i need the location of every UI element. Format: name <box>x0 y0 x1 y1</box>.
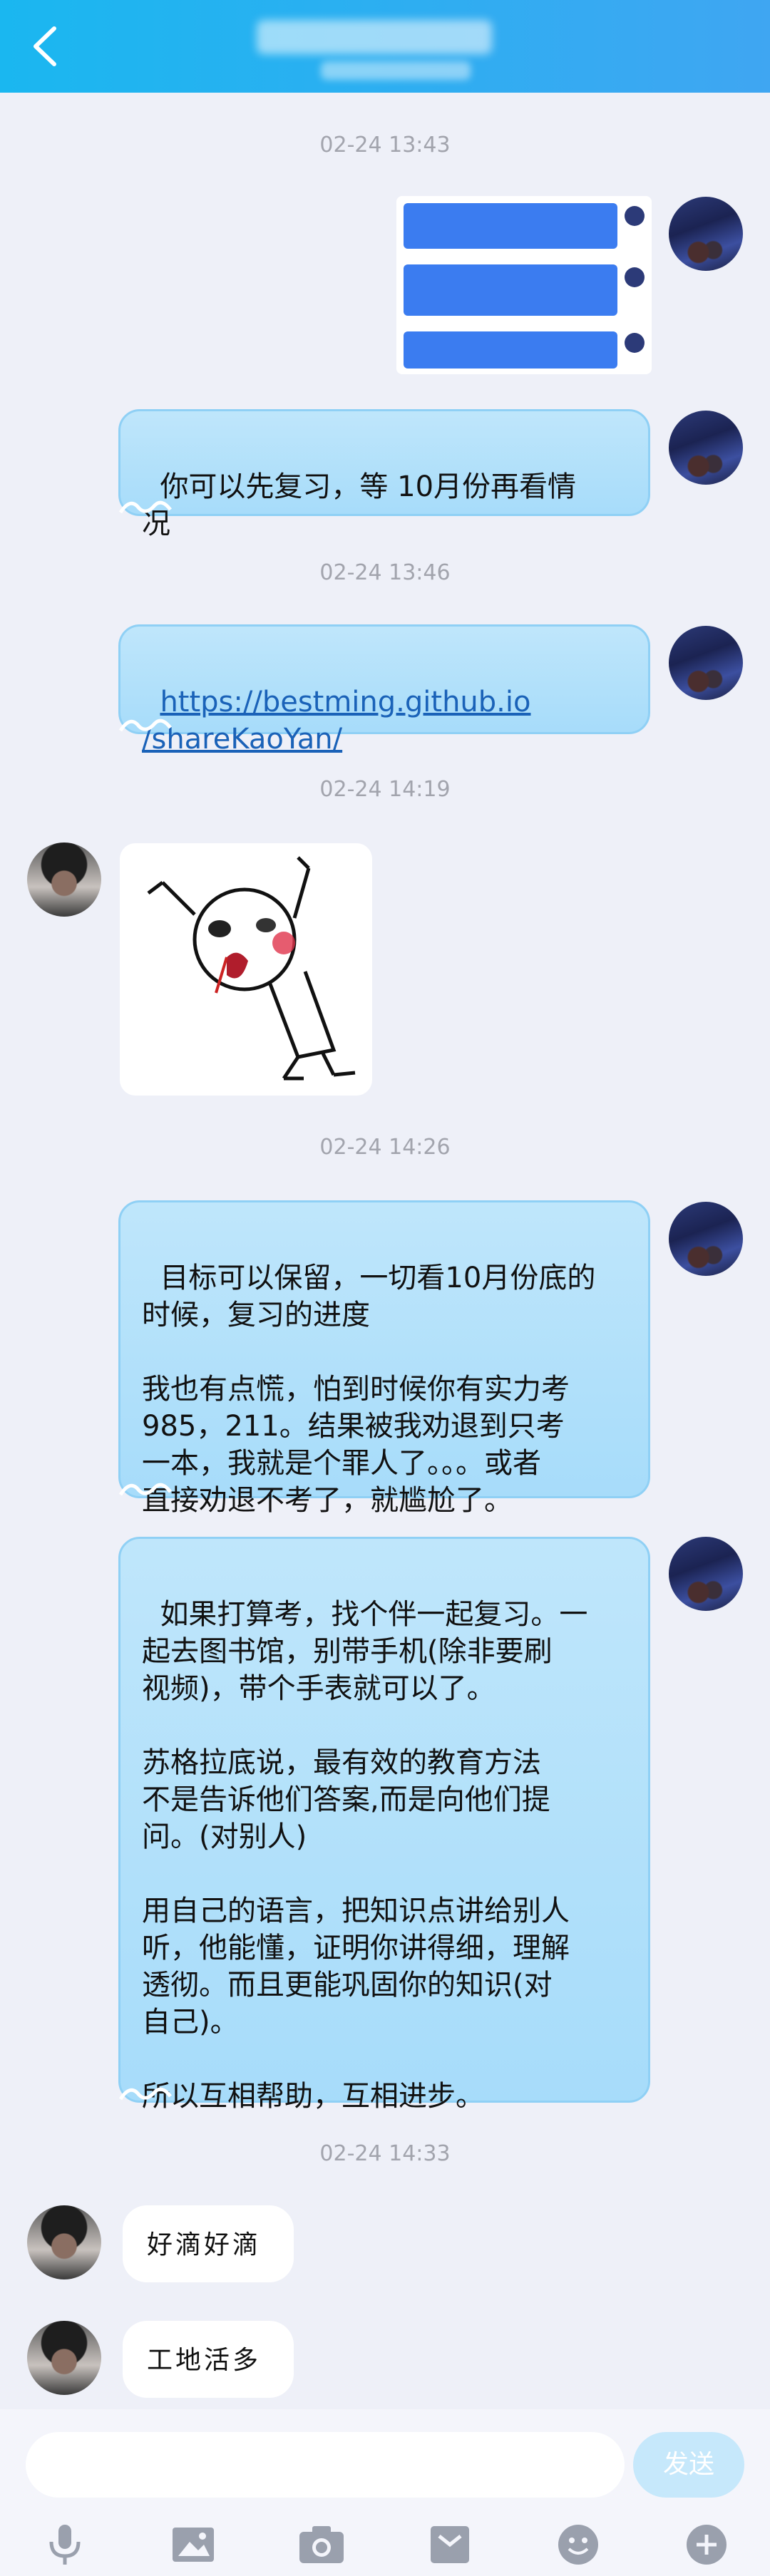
screenshot-content <box>404 331 617 369</box>
screenshot-content <box>404 264 617 316</box>
back-arrow-icon[interactable] <box>26 23 68 70</box>
contact-status-blurred <box>321 61 471 80</box>
crying-face-sticker-icon <box>147 856 356 1081</box>
send-button[interactable]: 发送 <box>633 2432 744 2498</box>
avatar[interactable] <box>27 2321 101 2395</box>
message-bubble[interactable]: 工地活多 <box>123 2321 294 2398</box>
message-bubble[interactable]: 如果打算考，找个伴一起复习。一 起去图书馆，别带手机(除非要刷 视频)，带个手表… <box>118 1537 650 2113</box>
message-text: 目标可以保留，一切看10月份底的 时候，复习的进度 我也有点慌，怕到时候你有实力… <box>142 1262 596 1517</box>
contact-name-blurred <box>257 20 492 54</box>
message-text: 好滴好滴 <box>147 2230 262 2260</box>
message-text: 工地活多 <box>147 2346 262 2375</box>
plus-icon[interactable] <box>682 2522 732 2567</box>
timestamp: 02-24 13:43 <box>319 133 451 158</box>
message-input[interactable] <box>26 2432 625 2498</box>
avatar[interactable] <box>27 843 101 917</box>
input-bar: 发送 <box>0 2409 770 2576</box>
avatar[interactable] <box>27 2205 101 2279</box>
file-icon[interactable] <box>425 2522 475 2567</box>
message-bubble[interactable]: 目标可以保留，一切看10月份底的 时候，复习的进度 我也有点慌，怕到时候你有实力… <box>118 1200 650 1517</box>
wave-decoration-icon <box>118 500 172 514</box>
microphone-icon[interactable] <box>40 2522 90 2567</box>
timestamp: 02-24 14:19 <box>319 777 451 802</box>
wave-decoration-icon <box>118 1483 172 1496</box>
link[interactable]: https://bestming.github.io /shareKaoYan/ <box>142 686 530 756</box>
screenshot-content <box>625 333 645 353</box>
chat-header <box>0 0 770 93</box>
message-bubble[interactable]: 好滴好滴 <box>123 2205 294 2282</box>
avatar[interactable] <box>669 197 743 271</box>
camera-icon[interactable] <box>297 2522 346 2567</box>
timestamp: 02-24 13:46 <box>319 560 451 585</box>
wave-decoration-icon <box>118 718 172 732</box>
avatar[interactable] <box>669 411 743 485</box>
timestamp: 02-24 14:26 <box>319 1135 451 1160</box>
avatar[interactable] <box>669 1202 743 1276</box>
image-icon[interactable] <box>168 2522 218 2567</box>
message-bubble[interactable]: 你可以先复习，等 10月份再看情 况 <box>118 409 650 540</box>
screenshot-content <box>625 206 645 226</box>
avatar[interactable] <box>669 626 743 700</box>
screenshot-content <box>404 203 617 249</box>
message-text: 你可以先复习，等 10月份再看情 况 <box>142 470 577 540</box>
screenshot-content <box>625 267 645 287</box>
wave-decoration-icon <box>118 2087 172 2101</box>
sticker-image[interactable] <box>120 843 372 1096</box>
timestamp: 02-24 14:33 <box>319 2141 451 2166</box>
message-text: 如果打算考，找个伴一起复习。一 起去图书馆，别带手机(除非要刷 视频)，带个手表… <box>142 1598 588 2113</box>
emoji-icon[interactable] <box>553 2522 603 2567</box>
message-bubble[interactable]: https://bestming.github.io /shareKaoYan/ <box>118 624 650 756</box>
avatar[interactable] <box>669 1537 743 1611</box>
screenshot-image[interactable] <box>396 196 652 374</box>
